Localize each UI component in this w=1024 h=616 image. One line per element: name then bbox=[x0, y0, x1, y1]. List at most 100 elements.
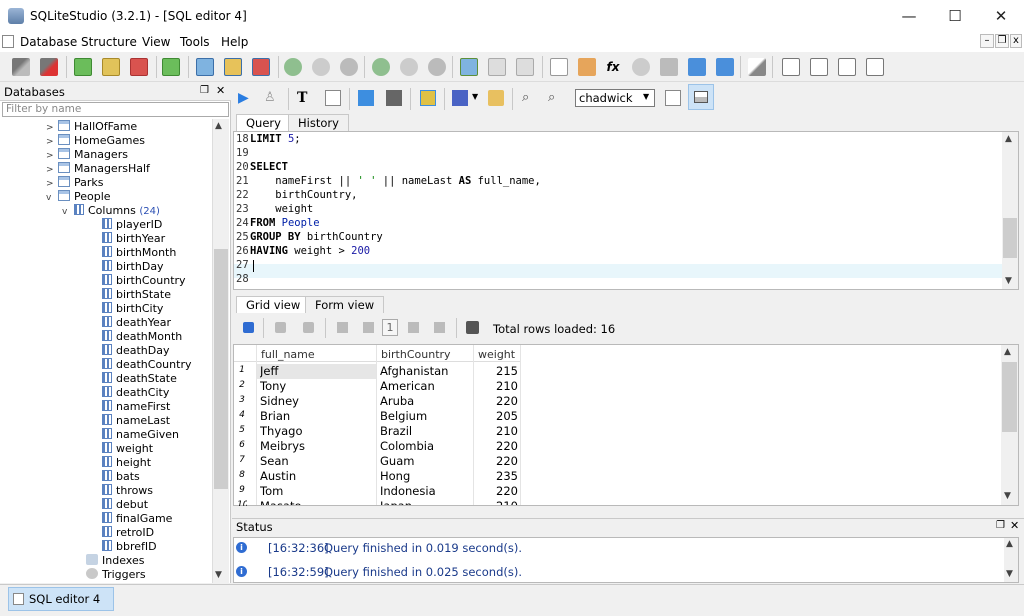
close-panel-icon[interactable]: ✕ bbox=[216, 84, 225, 97]
cell-weight[interactable]: 215 bbox=[474, 364, 518, 379]
menu-view[interactable]: View bbox=[142, 35, 170, 49]
scroll-up-icon[interactable]: ▲ bbox=[1006, 539, 1013, 549]
column-header-weight[interactable]: weight bbox=[478, 348, 515, 361]
tree-column[interactable]: finalGame bbox=[46, 512, 212, 526]
minimize-button[interactable]: — bbox=[886, 0, 932, 32]
cell-full-name[interactable]: Brian Lesher bbox=[260, 409, 298, 424]
tree-column[interactable]: weight bbox=[46, 442, 212, 456]
edit-database-icon[interactable] bbox=[102, 58, 120, 76]
function-editor-icon[interactable]: fx bbox=[604, 58, 622, 76]
float-panel-icon[interactable]: ❐ bbox=[996, 520, 1005, 531]
cell-birthcountry[interactable]: Belgium bbox=[380, 409, 427, 424]
cell-birthcountry[interactable]: Colombia bbox=[380, 439, 434, 454]
close-panel-icon[interactable]: ✕ bbox=[1010, 519, 1019, 532]
expand-arrow-icon[interactable]: > bbox=[46, 135, 58, 149]
import-icon[interactable] bbox=[688, 58, 706, 76]
first-page-icon[interactable] bbox=[337, 322, 348, 333]
cell-weight[interactable]: 210 bbox=[474, 499, 518, 505]
tile-vertical-icon[interactable] bbox=[838, 58, 856, 76]
save-sql-icon[interactable] bbox=[452, 90, 468, 106]
print-results-icon[interactable] bbox=[466, 321, 479, 334]
chevron-down-icon[interactable]: ▼ bbox=[643, 92, 649, 101]
cell-full-name[interactable]: Tony Solaita bbox=[260, 379, 299, 394]
cell-full-name[interactable]: Jeff Bronkey bbox=[260, 364, 307, 379]
close-button[interactable]: ✕ bbox=[978, 0, 1024, 32]
menu-help[interactable]: Help bbox=[221, 35, 248, 49]
create-trigger-icon[interactable] bbox=[372, 58, 390, 76]
tree-triggers-node[interactable]: Triggers bbox=[46, 568, 212, 582]
tree-column[interactable]: birthMonth bbox=[46, 246, 212, 260]
tree-scroll-thumb[interactable] bbox=[214, 249, 228, 489]
ddl-history-icon[interactable] bbox=[578, 58, 596, 76]
tree-column[interactable]: birthCity bbox=[46, 302, 212, 316]
tree-column[interactable]: deathMonth bbox=[46, 330, 212, 344]
menu-database[interactable]: Database bbox=[20, 35, 77, 49]
tree-column[interactable]: deathCountry bbox=[46, 358, 212, 372]
maximize-button[interactable]: ☐ bbox=[932, 0, 978, 32]
cell-full-name[interactable]: Masato Yoshii bbox=[260, 499, 302, 505]
cell-weight[interactable]: 220 bbox=[474, 454, 518, 469]
save-dropdown-icon[interactable]: ▼ bbox=[472, 92, 478, 101]
tree-table[interactable]: > Managers bbox=[46, 148, 212, 162]
tree-column[interactable]: debut bbox=[46, 498, 212, 512]
prev-page-icon[interactable] bbox=[363, 322, 374, 333]
collations-icon[interactable] bbox=[632, 58, 650, 76]
delete-view-icon[interactable] bbox=[516, 58, 534, 76]
format-sql-icon[interactable]: T bbox=[297, 90, 313, 106]
scroll-down-icon[interactable]: ▼ bbox=[1005, 276, 1012, 286]
tree-table[interactable]: > HomeGames bbox=[46, 134, 212, 148]
cell-birthcountry[interactable]: Japan bbox=[380, 499, 412, 505]
refresh-database-icon[interactable] bbox=[162, 58, 180, 76]
cell-birthcountry[interactable]: Afghanistan bbox=[380, 364, 448, 379]
cell-weight[interactable]: 220 bbox=[474, 394, 518, 409]
cell-full-name[interactable]: Sean Reid-Foley bbox=[260, 454, 290, 469]
edit-trigger-icon[interactable] bbox=[400, 58, 418, 76]
tree-column[interactable]: birthState bbox=[46, 288, 212, 302]
next-page-icon[interactable] bbox=[408, 322, 419, 333]
tab-form-view[interactable]: Form view bbox=[305, 296, 385, 313]
print-icon[interactable] bbox=[386, 90, 402, 106]
cell-birthcountry[interactable]: Brazil bbox=[380, 424, 412, 439]
cell-full-name[interactable]: Austin Brice bbox=[260, 469, 296, 484]
tile-windows-icon[interactable] bbox=[782, 58, 800, 76]
column-header-birthcountry[interactable]: birthCountry bbox=[381, 348, 451, 361]
scroll-up-icon[interactable]: ▲ bbox=[1005, 134, 1012, 144]
open-sql-editor-icon[interactable] bbox=[550, 58, 568, 76]
database-filter-input[interactable]: Filter by name bbox=[2, 102, 229, 117]
tree-table[interactable]: > HallOfFame bbox=[46, 120, 212, 134]
mdi-restore-button[interactable]: ❐ bbox=[995, 34, 1009, 48]
tree-table[interactable]: > Parks bbox=[46, 176, 212, 190]
cell-birthcountry[interactable]: American Samoa bbox=[380, 379, 435, 394]
scroll-down-icon[interactable]: ▼ bbox=[1004, 491, 1011, 501]
tree-column[interactable]: bats bbox=[46, 470, 212, 484]
create-table-icon[interactable] bbox=[196, 58, 214, 76]
tree-column[interactable]: nameLast bbox=[46, 414, 212, 428]
disconnect-icon[interactable] bbox=[40, 58, 58, 76]
tree-column[interactable]: nameGiven bbox=[46, 428, 212, 442]
menu-tools[interactable]: Tools bbox=[180, 35, 210, 49]
cell-full-name[interactable]: Sidney Ponson bbox=[260, 394, 301, 409]
expand-arrow-icon[interactable]: > bbox=[46, 177, 58, 191]
collapse-arrow-icon[interactable]: v bbox=[46, 191, 58, 205]
tree-table-people[interactable]: v People bbox=[46, 190, 212, 204]
tab-grid-view[interactable]: Grid view bbox=[236, 296, 311, 313]
connect-icon[interactable] bbox=[12, 58, 30, 76]
tab-query[interactable]: Query bbox=[236, 114, 291, 131]
cell-weight[interactable]: 220 bbox=[474, 439, 518, 454]
edit-index-icon[interactable] bbox=[312, 58, 330, 76]
tree-column[interactable]: deathYear bbox=[46, 316, 212, 330]
tree-table[interactable]: > ManagersHalf bbox=[46, 162, 212, 176]
editor-scrollbar[interactable] bbox=[1002, 132, 1018, 289]
tree-column[interactable]: birthCountry bbox=[46, 274, 212, 288]
tree-column[interactable]: nameFirst bbox=[46, 400, 212, 414]
delete-index-icon[interactable] bbox=[340, 58, 358, 76]
expand-arrow-icon[interactable]: > bbox=[46, 149, 58, 163]
tree-column[interactable]: throws bbox=[46, 484, 212, 498]
find-replace-icon[interactable]: ⌕ bbox=[548, 90, 564, 106]
open-sql-file-icon[interactable] bbox=[488, 90, 504, 106]
toggle-results-icon[interactable] bbox=[665, 90, 681, 106]
cell-birthcountry[interactable]: Guam bbox=[380, 454, 414, 469]
cell-weight[interactable]: 235 bbox=[474, 469, 518, 484]
tree-column[interactable]: playerID bbox=[46, 218, 212, 232]
edit-view-icon[interactable] bbox=[488, 58, 506, 76]
